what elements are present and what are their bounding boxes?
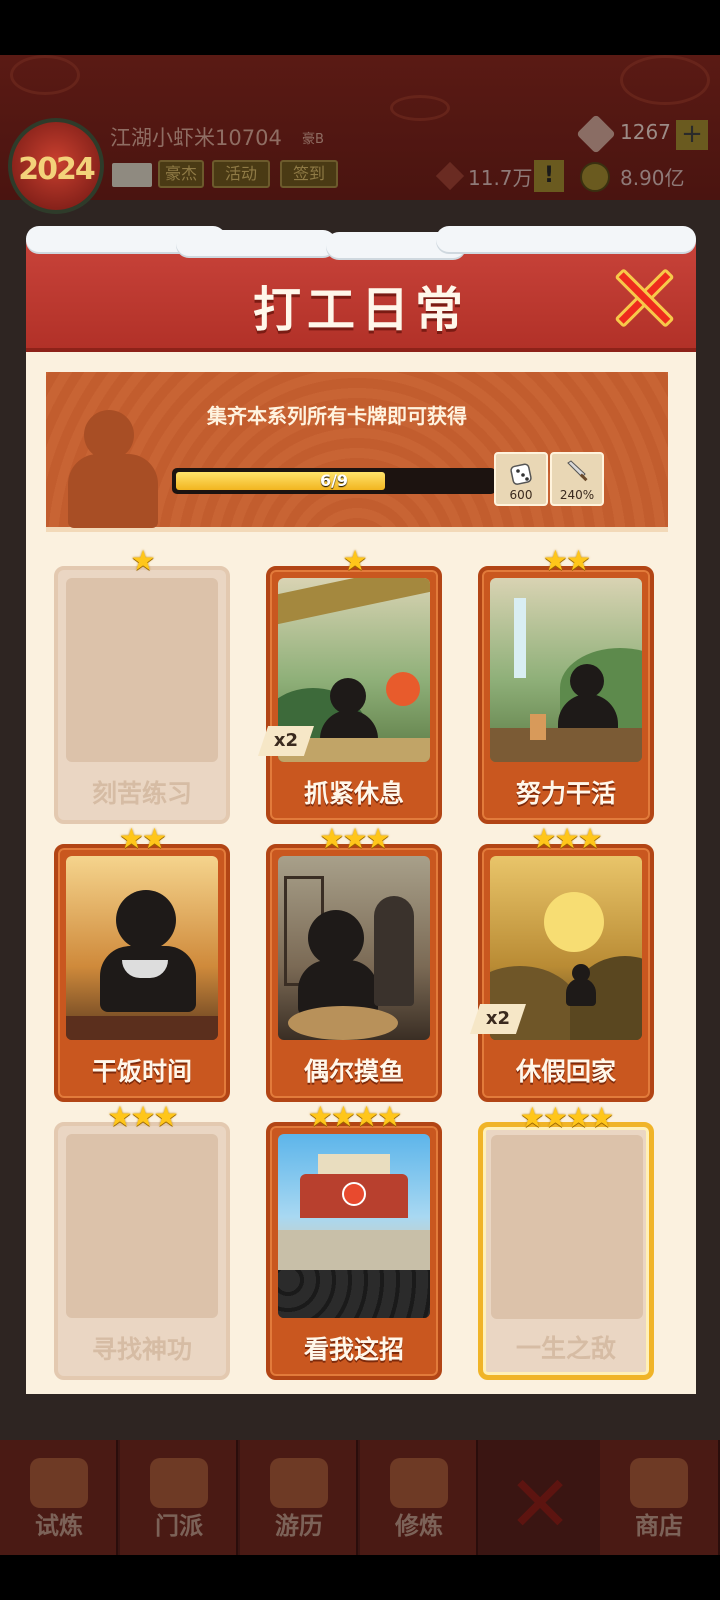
modal-body: 集齐本系列所有卡牌即可获得 6/9 600 240% ★ 刻苦练习 ★ x2 抓… xyxy=(26,352,696,1394)
mail-icon[interactable] xyxy=(112,163,152,187)
nav-sect[interactable]: 门派 xyxy=(120,1440,238,1555)
gem-count: 1267 xyxy=(620,120,671,144)
heroes-button[interactable]: 豪杰 xyxy=(158,160,204,188)
banner-text: 集齐本系列所有卡牌即可获得 xyxy=(207,404,467,428)
card-meal-time[interactable]: ★★ 干饭时间 xyxy=(54,822,230,1102)
star-rating: ★★★ xyxy=(107,1100,178,1133)
card-watch-this-move[interactable]: ★★★★ 看我这招 xyxy=(266,1100,442,1380)
card-find-skill[interactable]: ★★★ 寻找神功 xyxy=(54,1100,230,1380)
nav-trial[interactable]: 试炼 xyxy=(0,1440,118,1555)
nav-label: 试炼 xyxy=(35,1512,83,1540)
travel-icon xyxy=(270,1458,328,1508)
nav-label: 门派 xyxy=(155,1512,203,1540)
star-rating: ★★ xyxy=(542,544,591,577)
player-tag: 豪B xyxy=(302,132,324,147)
coin-icon xyxy=(580,162,610,192)
alert-button[interactable]: ! xyxy=(534,160,564,192)
card-art xyxy=(278,856,430,1040)
card-name: 寻找神功 xyxy=(91,1335,192,1364)
card-art xyxy=(490,578,642,762)
nav-cultivate[interactable]: 修炼 xyxy=(360,1440,478,1555)
card-art-locked xyxy=(66,578,218,762)
card-name: 休假回家 xyxy=(515,1057,616,1086)
nav-label: 游历 xyxy=(275,1512,323,1540)
star-rating: ★★★ xyxy=(319,822,390,855)
card-name: 抓紧休息 xyxy=(303,779,404,808)
nav-close-icon[interactable]: ✕ xyxy=(500,1466,580,1544)
sword-icon xyxy=(567,460,588,482)
modal-title: 打工日常 xyxy=(252,282,469,338)
star-rating: ★★ xyxy=(118,822,167,855)
dice-icon xyxy=(510,463,532,485)
checkin-button[interactable]: 签到 xyxy=(280,160,338,188)
trial-icon xyxy=(30,1458,88,1508)
nav-label: 商店 xyxy=(635,1512,683,1540)
close-button[interactable] xyxy=(614,267,675,329)
power-count: 11.7万 xyxy=(468,166,533,190)
card-art-locked xyxy=(491,1135,643,1319)
card-quick-rest[interactable]: ★ x2 抓紧休息 xyxy=(258,544,442,824)
card-name: 干饭时间 xyxy=(91,1057,192,1086)
card-name: 努力干活 xyxy=(515,779,616,808)
sect-icon xyxy=(150,1458,208,1508)
card-art xyxy=(66,856,218,1040)
star-rating: ★★★★ xyxy=(307,1100,402,1133)
card-slack-off[interactable]: ★★★ 偶尔摸鱼 xyxy=(266,822,442,1102)
card-name: 刻苦练习 xyxy=(91,779,192,808)
reward-dice[interactable]: 600 xyxy=(494,452,548,506)
player-avatar[interactable]: 2024 xyxy=(8,118,104,214)
star-rating: ★ xyxy=(130,544,155,577)
reward-sword[interactable]: 240% xyxy=(550,452,604,506)
card-art-locked xyxy=(66,1134,218,1318)
shop-icon xyxy=(630,1458,688,1508)
card-name: 偶尔摸鱼 xyxy=(303,1057,404,1086)
card-work-hard[interactable]: ★★ 努力干活 xyxy=(478,544,654,824)
snow-decoration xyxy=(176,230,336,256)
player-name: 江湖小虾米10704 xyxy=(110,126,282,150)
collection-progress-bar: 6/9 xyxy=(172,468,496,494)
activity-button[interactable]: 活动 xyxy=(212,160,270,188)
star-rating: ★ xyxy=(342,544,367,577)
card-lifelong-rival[interactable]: ★★★★ 一生之敌 xyxy=(478,1101,654,1380)
bottom-strip xyxy=(0,1555,720,1600)
card-name: 看我这招 xyxy=(303,1335,404,1364)
coin-count: 8.90亿 xyxy=(620,166,685,190)
progress-text: 6/9 xyxy=(319,471,349,490)
reward-label: 240% xyxy=(559,488,595,502)
card-hard-practice[interactable]: ★ 刻苦练习 xyxy=(54,544,230,824)
set-reward-banner: 集齐本系列所有卡牌即可获得 6/9 600 240% xyxy=(46,372,668,532)
card-art xyxy=(278,1134,430,1318)
card-go-home[interactable]: ★★★ x2 休假回家 xyxy=(470,822,654,1102)
cultivate-icon xyxy=(390,1458,448,1508)
snow-decoration xyxy=(436,226,696,252)
bottom-nav: 试炼 门派 游历 修炼 商店 xyxy=(0,1440,720,1555)
card-collection-modal: 打工日常 集齐本系列所有卡牌即可获得 6/9 600 240% ★ 刻苦练习 ★… xyxy=(26,226,696,1394)
add-gems-button[interactable]: + xyxy=(676,120,708,150)
nav-travel[interactable]: 游历 xyxy=(240,1440,358,1555)
star-rating: ★★★★ xyxy=(519,1101,614,1134)
nav-label: 修炼 xyxy=(395,1512,443,1540)
nav-shop[interactable]: 商店 xyxy=(600,1440,720,1555)
top-hud xyxy=(0,55,720,200)
reward-label: 600 xyxy=(509,488,533,502)
card-name: 一生之敌 xyxy=(515,1334,616,1363)
status-bar xyxy=(0,0,720,55)
star-rating: ★★★ xyxy=(531,822,602,855)
